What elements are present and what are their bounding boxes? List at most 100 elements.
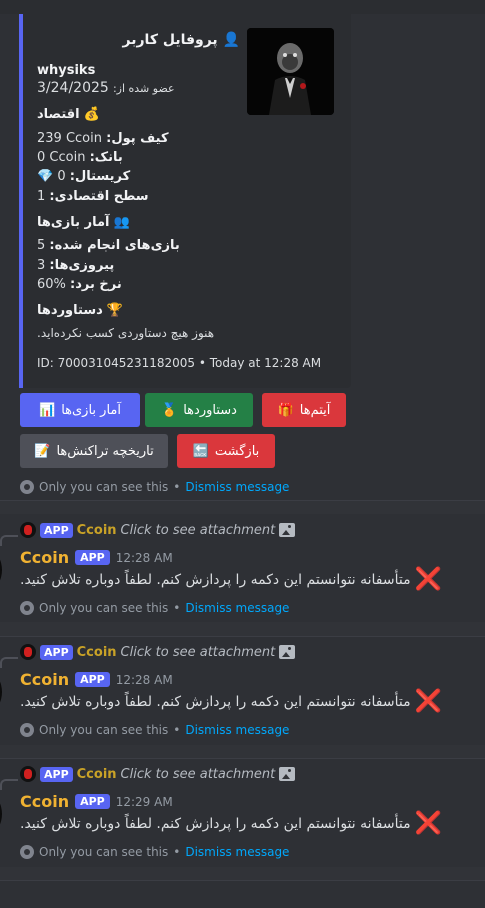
reply-avatar (20, 522, 36, 538)
only-you-text: Only you can see this (39, 601, 169, 615)
message-divider (0, 500, 485, 501)
reply-app-tag: APP (40, 644, 73, 660)
crystal-label: کریستال: (69, 169, 131, 184)
only-you-text: Only you can see this (39, 480, 169, 494)
embed-title-text: پروفایل کاربر (122, 32, 218, 48)
joined-line: 3/24/2025 عضو شده از: (37, 80, 175, 96)
dismiss-link[interactable]: Dismiss message (185, 480, 289, 494)
played-value: 5 (37, 238, 46, 253)
bullet-separator: • (173, 601, 181, 615)
ephemeral-note: Only you can see this • Dismiss message (20, 845, 289, 859)
achievements-button[interactable]: 🏅 دستاوردها (145, 393, 253, 427)
back-button[interactable]: 🔙 بازگشت (177, 434, 275, 468)
reply-connector (0, 657, 18, 668)
reply-preview[interactable]: APP Ccoin Click to see attachment (20, 644, 296, 660)
only-you-text: Only you can see this (39, 845, 169, 859)
medal-icon: 🏅 (161, 402, 178, 418)
reply-attachment-text: Click to see attachment (120, 644, 276, 660)
crystal-value: 0 (57, 169, 66, 184)
message-text: متأسفانه نتوانستم این دکمه را پردازش کنم… (20, 816, 411, 832)
achievements-label: دستاوردها (183, 402, 237, 418)
reply-attachment-text: Click to see attachment (120, 766, 276, 782)
message-content: متأسفانه نتوانستم این دکمه را پردازش کنم… (20, 691, 442, 713)
money-bag-icon: 💰 (83, 107, 100, 122)
played-label: بازی‌های انجام شده: (49, 238, 180, 253)
app-badge: APP (75, 794, 110, 809)
reply-avatar (20, 766, 36, 782)
message-header: Ccoin APP 12:28 AM (20, 548, 173, 567)
level-value: 1 (37, 189, 46, 204)
items-button[interactable]: 🎁 آیتم‌ها (262, 393, 346, 427)
cross-mark-icon: ❌ (414, 567, 442, 592)
message-header: Ccoin APP 12:29 AM (20, 792, 173, 811)
dismiss-link[interactable]: Dismiss message (185, 723, 289, 737)
bank-label: بانک: (89, 150, 123, 165)
crystal-line: 💎 0 کریستال: (37, 169, 130, 184)
rate-value: 60% (37, 277, 66, 292)
image-icon (279, 645, 296, 659)
bank-line: 0 Ccoin بانک: (37, 150, 123, 165)
achievements-heading: دستاوردها 🏆 (37, 303, 123, 318)
transaction-history-label: تاریخچه تراکنش‌ها (56, 443, 154, 459)
user-icon: 👤 (222, 32, 240, 48)
timestamp: 12:29 AM (115, 794, 173, 809)
wallet-line: 239 Ccoin کیف پول: (37, 131, 169, 146)
embed-footer: ID: 700031045231182005 • Today at 12:28 … (37, 356, 322, 370)
dismiss-link[interactable]: Dismiss message (185, 601, 289, 615)
eye-icon (20, 601, 34, 615)
game-stats-button[interactable]: 📊 آمار بازی‌ها (20, 393, 140, 427)
rate-line: 60% نرخ برد: (37, 277, 122, 292)
timestamp: 12:28 AM (115, 672, 173, 687)
reply-preview[interactable]: APP Ccoin Click to see attachment (20, 522, 296, 538)
memo-icon: 📝 (34, 443, 51, 459)
joined-label: عضو شده از: (112, 82, 175, 95)
trophy-icon: 🏆 (106, 303, 124, 318)
reply-avatar (20, 644, 36, 660)
author-name[interactable]: Ccoin (20, 792, 69, 811)
gorilla-suit-image (247, 28, 334, 115)
author-name[interactable]: Ccoin (20, 548, 69, 567)
items-label: آیتم‌ها (299, 402, 331, 418)
embed-accent-bar (19, 14, 23, 388)
economy-heading-text: اقتصاد (37, 107, 80, 122)
reply-connector (0, 535, 18, 546)
gift-icon: 🎁 (277, 402, 294, 418)
back-arrow-icon: 🔙 (192, 443, 209, 459)
cross-mark-icon: ❌ (414, 689, 442, 714)
games-heading: آمار بازی‌ها 👥 (37, 215, 130, 230)
embed-username: whysiks (37, 63, 96, 78)
image-icon (279, 767, 296, 781)
reply-connector (0, 779, 18, 790)
bullet-separator: • (173, 845, 181, 859)
message-text: متأسفانه نتوانستم این دکمه را پردازش کنم… (20, 572, 411, 588)
people-icon: 👥 (113, 215, 130, 230)
transaction-history-button[interactable]: 📝 تاریخچه تراکنش‌ها (20, 434, 168, 468)
author-name[interactable]: Ccoin (20, 670, 69, 689)
reply-preview[interactable]: APP Ccoin Click to see attachment (20, 766, 296, 782)
joined-date: 3/24/2025 (37, 80, 109, 96)
message-header: Ccoin APP 12:28 AM (20, 670, 173, 689)
wins-line: 3 پیروزی‌ها: (37, 258, 114, 273)
dismiss-link[interactable]: Dismiss message (185, 845, 289, 859)
ephemeral-note: Only you can see this • Dismiss message (20, 480, 289, 494)
reply-author: Ccoin (76, 644, 117, 660)
reply-author: Ccoin (76, 766, 117, 782)
back-label: بازگشت (214, 443, 260, 459)
reply-author: Ccoin (76, 522, 117, 538)
eye-icon (20, 723, 34, 737)
reply-attachment-text: Click to see attachment (120, 522, 276, 538)
ephemeral-note: Only you can see this • Dismiss message (20, 723, 289, 737)
wallet-label: کیف پول: (106, 131, 169, 146)
profile-thumbnail[interactable] (247, 28, 334, 115)
wins-label: پیروزی‌ها: (49, 258, 115, 273)
only-you-text: Only you can see this (39, 723, 169, 737)
message-highlight (0, 881, 485, 908)
chart-icon: 📊 (39, 402, 56, 418)
gem-icon: 💎 (37, 169, 54, 184)
eye-icon (20, 845, 34, 859)
played-line: 5 بازی‌های انجام شده: (37, 238, 180, 253)
reply-app-tag: APP (40, 766, 73, 782)
message-content: متأسفانه نتوانستم این دکمه را پردازش کنم… (20, 569, 442, 591)
message-content: متأسفانه نتوانستم این دکمه را پردازش کنم… (20, 813, 442, 835)
bank-value: 0 Ccoin (37, 150, 86, 165)
